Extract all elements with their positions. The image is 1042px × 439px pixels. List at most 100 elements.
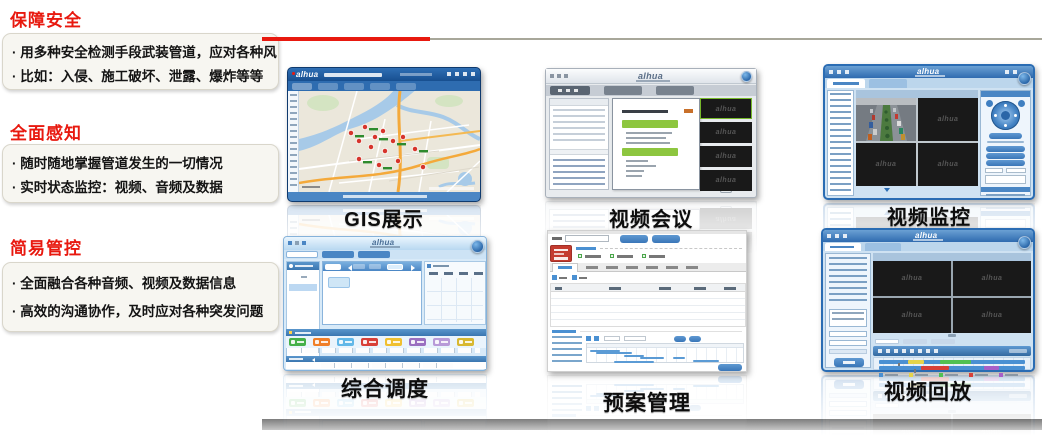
session-tab-highlight[interactable]: [387, 264, 403, 270]
device-tree-panel[interactable]: [827, 90, 854, 196]
start-time-input[interactable]: [829, 331, 867, 337]
device-tree[interactable]: [830, 93, 851, 193]
start-plan-button[interactable]: [652, 235, 680, 243]
menu-button[interactable]: [292, 83, 312, 90]
log-buttons[interactable]: [321, 363, 453, 368]
record-type-select[interactable]: [829, 349, 867, 354]
user-icon[interactable]: [564, 74, 568, 78]
arrow-left-icon[interactable]: [310, 358, 315, 362]
tab-label-3[interactable]: [606, 266, 618, 269]
menu-button[interactable]: [344, 83, 364, 90]
playback-buttons[interactable]: [878, 349, 942, 353]
shared-document[interactable]: [612, 98, 700, 190]
preset-list[interactable]: [985, 175, 1026, 184]
tab-2[interactable]: [865, 243, 901, 251]
sync-play-button[interactable]: [1009, 349, 1027, 353]
user-icon[interactable]: [302, 241, 306, 245]
share-button[interactable]: [433, 338, 450, 346]
menu-icon[interactable]: [550, 74, 554, 78]
menu-button[interactable]: [370, 83, 390, 90]
tab-dispatch[interactable]: [322, 251, 354, 258]
timeline-track-1[interactable]: [879, 360, 1025, 364]
plan-card[interactable]: [550, 245, 572, 262]
session-tab[interactable]: [353, 264, 365, 269]
ptz-aux-button[interactable]: [986, 100, 993, 107]
timeline-track-2[interactable]: [879, 366, 1025, 370]
ptz-direction-pad[interactable]: [991, 101, 1020, 130]
tab-2[interactable]: [604, 86, 642, 95]
timeline-cursor-2[interactable]: [914, 369, 916, 373]
participant-list[interactable]: [553, 109, 605, 143]
subtab-2[interactable]: [903, 339, 927, 344]
preset-select[interactable]: [985, 168, 1003, 173]
video-tile[interactable]: alhua: [873, 298, 951, 333]
tab-label-5[interactable]: [646, 266, 658, 269]
settings-icon[interactable]: [557, 74, 561, 78]
zoom-control[interactable]: [986, 146, 1025, 152]
reset-button[interactable]: [689, 336, 701, 342]
menu-button[interactable]: [396, 83, 416, 90]
tool-icons[interactable]: [290, 94, 297, 189]
tab-label-4[interactable]: [626, 266, 638, 269]
scroll-chevron-icon[interactable]: [720, 191, 732, 193]
alarm-button[interactable]: [361, 338, 378, 346]
tab-label-6[interactable]: [666, 266, 678, 269]
selected-channel-list[interactable]: [829, 309, 867, 327]
video-call-button[interactable]: [337, 338, 354, 346]
channel-tree[interactable]: [829, 257, 867, 305]
tab-3[interactable]: [656, 86, 694, 95]
table-rows[interactable]: [551, 292, 745, 326]
checkbox[interactable]: [642, 254, 646, 258]
tab-3[interactable]: [358, 251, 390, 258]
date-input[interactable]: [624, 336, 646, 341]
window-controls[interactable]: [447, 72, 475, 76]
arrow-left-icon[interactable]: [345, 265, 352, 271]
task-grid[interactable]: [427, 278, 483, 322]
video-tile[interactable]: alhua: [873, 261, 951, 296]
subtab-active[interactable]: [875, 339, 899, 344]
add-icon[interactable]: [552, 275, 557, 280]
record-button[interactable]: [457, 338, 474, 346]
focus-control[interactable]: [986, 153, 1025, 159]
tab-contacts[interactable]: [286, 251, 318, 258]
globe-icon[interactable]: [741, 71, 752, 82]
map-canvas[interactable]: [299, 91, 480, 192]
session-tab-active[interactable]: [325, 264, 341, 270]
globe-icon[interactable]: [1018, 72, 1031, 85]
message-button[interactable]: [385, 338, 402, 346]
scale-select[interactable]: [604, 336, 620, 341]
video-tile[interactable]: alhua: [918, 143, 978, 186]
log-tab[interactable]: [289, 358, 303, 361]
video-tile[interactable]: alhua: [700, 146, 752, 167]
subtab-3[interactable]: [931, 339, 955, 344]
video-tile[interactable]: alhua: [700, 98, 752, 119]
delete-icon[interactable]: [572, 275, 577, 280]
new-plan-button[interactable]: [620, 235, 648, 243]
tab-label-2[interactable]: [586, 266, 598, 269]
iris-control[interactable]: [986, 160, 1025, 166]
search-button[interactable]: [834, 358, 864, 367]
zoom-out-icon[interactable]: [594, 336, 599, 341]
video-toolbar[interactable]: [856, 90, 978, 98]
flow-tree[interactable]: [552, 336, 582, 362]
tab-2[interactable]: [869, 79, 907, 88]
settings-icon[interactable]: [295, 241, 299, 245]
message-list[interactable]: [553, 159, 605, 187]
arrow-right-icon[interactable]: [411, 265, 418, 271]
apply-button[interactable]: [674, 336, 686, 342]
ptz-button[interactable]: [989, 133, 1022, 139]
video-tile[interactable]: alhua: [918, 98, 978, 141]
checkbox[interactable]: [610, 254, 614, 258]
globe-icon[interactable]: [471, 240, 484, 253]
video-tile[interactable]: alhua: [953, 298, 1031, 333]
titlebar-icons[interactable]: [829, 70, 849, 74]
phone-icon[interactable]: [288, 241, 292, 245]
menu-button[interactable]: [318, 83, 338, 90]
contact-item[interactable]: [301, 276, 307, 278]
session-tab[interactable]: [369, 264, 381, 269]
globe-icon[interactable]: [1018, 236, 1031, 249]
save-button[interactable]: [718, 364, 742, 371]
contact-item-selected[interactable]: [289, 284, 317, 291]
plan-table[interactable]: [550, 283, 746, 327]
traffic-camera-view[interactable]: [856, 98, 916, 141]
